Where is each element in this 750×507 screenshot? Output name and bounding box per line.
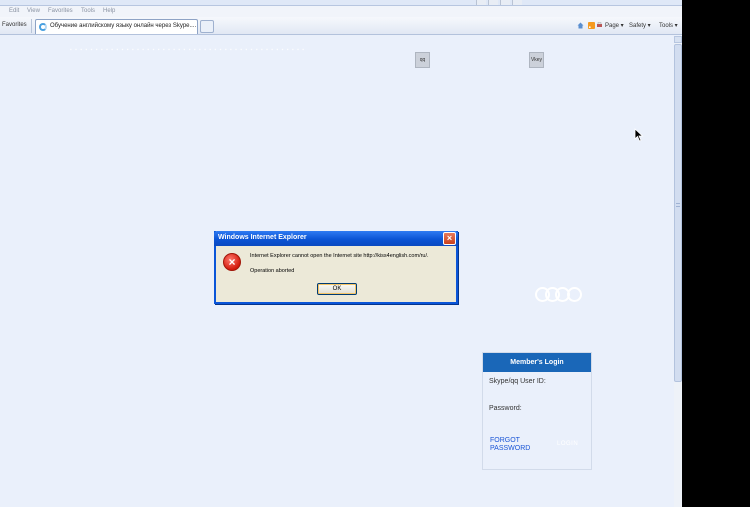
forgot-line-1: FORGOT: [490, 437, 520, 444]
menu-help[interactable]: Help: [103, 8, 115, 14]
dialog-submessage: Operation aborted: [250, 268, 295, 274]
home-icon[interactable]: [577, 22, 584, 29]
scroll-up-button[interactable]: [674, 36, 682, 43]
error-dialog: Windows Internet Explorer × × Internet E…: [214, 231, 458, 304]
forgot-password-link[interactable]: FORGOT PASSWORD: [490, 437, 540, 453]
tab-current[interactable]: Обучение английскому языку онлайн через …: [35, 19, 198, 34]
close-icon[interactable]: ×: [443, 232, 456, 245]
forgot-line-2: PASSWORD: [490, 445, 531, 452]
address-bar-button[interactable]: [500, 0, 510, 5]
user-id-label: Skype/qq User ID:: [489, 378, 546, 385]
tools-menu[interactable]: Tools ▾: [659, 22, 678, 29]
favorites-button[interactable]: Favorites: [2, 22, 27, 28]
menu-edit[interactable]: Edit: [9, 8, 19, 14]
favorites-bar: Favorites Обучение английскому языку онл…: [0, 17, 682, 35]
slider-pagination: [535, 287, 585, 303]
rss-feed-icon[interactable]: [588, 22, 595, 29]
loading-icon: [39, 23, 47, 31]
menu-view[interactable]: View: [27, 8, 40, 14]
ok-button[interactable]: OK: [317, 283, 357, 295]
scrollbar-grip: [676, 203, 680, 207]
menu-bar: Edit View Favorites Tools Help: [0, 6, 682, 17]
safety-menu[interactable]: Safety ▾: [629, 22, 651, 29]
menu-tools[interactable]: Tools: [81, 8, 95, 14]
slider-dot[interactable]: [567, 287, 582, 302]
member-login-header: Member's Login: [483, 353, 591, 372]
address-bar-button[interactable]: [476, 0, 486, 5]
error-icon: ×: [223, 253, 241, 271]
member-login-panel: Member's Login Skype/qq User ID: Passwor…: [482, 352, 592, 470]
vertical-scrollbar[interactable]: [674, 36, 682, 507]
login-button[interactable]: LOGIN: [557, 441, 578, 447]
toolbar-divider: [31, 19, 32, 33]
qq-button[interactable]: qq: [415, 52, 430, 68]
dialog-message: Internet Explorer cannot open the Intern…: [250, 253, 429, 259]
address-bar-button[interactable]: [488, 0, 498, 5]
address-bar-button[interactable]: [512, 0, 522, 5]
scrollbar-thumb[interactable]: [674, 44, 682, 382]
new-tab-button[interactable]: [200, 20, 214, 33]
mouse-cursor-icon: [634, 128, 644, 142]
browser-window: Edit View Favorites Tools Help Favorites…: [0, 0, 682, 507]
dialog-title-bar[interactable]: Windows Internet Explorer ×: [214, 231, 458, 246]
password-label: Password:: [489, 405, 522, 412]
site-navigation[interactable]: ▪ ▪ ▪ ▪ ▪ ▪ ▪ ▪ ▪ ▪ ▪ ▪ ▪ ▪ ▪ ▪ ▪ ▪ ▪ ▪ …: [70, 47, 305, 53]
menu-favorites[interactable]: Favorites: [48, 8, 73, 14]
page-menu[interactable]: Page ▾: [605, 22, 624, 29]
print-icon[interactable]: [596, 22, 603, 29]
tab-title: Обучение английскому языку онлайн через …: [50, 23, 197, 29]
dialog-title: Windows Internet Explorer: [218, 234, 307, 241]
vkey-button[interactable]: Vkey: [529, 52, 544, 68]
